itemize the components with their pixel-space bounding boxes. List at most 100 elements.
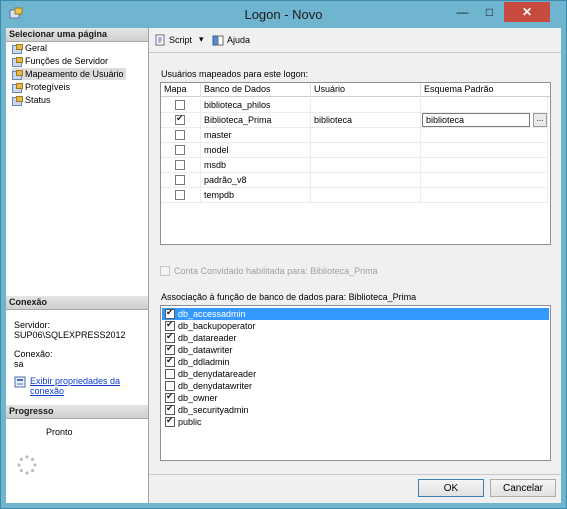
role-checkbox[interactable]: [165, 381, 175, 391]
progress-spinner-icon: [17, 455, 37, 475]
close-icon[interactable]: ✕: [504, 2, 550, 22]
schema-browse-button[interactable]: ...: [533, 113, 547, 127]
schema-cell[interactable]: [421, 143, 548, 158]
map-checkbox[interactable]: [175, 145, 185, 155]
role-checkbox[interactable]: [165, 355, 175, 367]
user-cell[interactable]: [311, 143, 421, 158]
map-checkbox[interactable]: [175, 190, 185, 200]
table-row[interactable]: Biblioteca_Prima biblioteca biblioteca .…: [161, 113, 550, 128]
help-icon: [212, 35, 224, 46]
role-checkbox[interactable]: [165, 319, 175, 331]
schema-cell[interactable]: [421, 98, 548, 113]
pages-section-header: Selecionar uma página: [6, 28, 148, 42]
nav-item-geral[interactable]: Geral: [12, 42, 49, 54]
database-cell: padrão_v8: [201, 173, 311, 188]
cancel-button[interactable]: Cancelar: [490, 479, 556, 497]
schema-cell[interactable]: [421, 158, 548, 173]
role-checkbox[interactable]: [165, 307, 175, 319]
schema-input[interactable]: biblioteca: [422, 113, 530, 127]
table-row[interactable]: msdb: [161, 158, 550, 173]
schema-cell[interactable]: [421, 188, 548, 203]
page-icon: [12, 69, 23, 80]
role-name: db_ddladmin: [178, 357, 230, 367]
role-name: db_denydatawriter: [178, 381, 253, 391]
table-row[interactable]: padrão_v8: [161, 173, 550, 188]
help-button[interactable]: Ajuda: [212, 34, 250, 46]
role-name: db_owner: [178, 393, 218, 403]
column-header-usuario: Usuário: [311, 83, 421, 97]
role-name: db_datawriter: [178, 345, 233, 355]
table-row[interactable]: model: [161, 143, 550, 158]
map-checkbox[interactable]: [175, 113, 185, 125]
list-item[interactable]: db_owner: [162, 391, 549, 404]
guest-account-label: Conta Convidado habilitada para: Bibliot…: [174, 266, 378, 276]
role-checkbox[interactable]: [165, 343, 175, 355]
schema-cell[interactable]: [421, 173, 548, 188]
left-pane: Selecionar uma página Geral Funções de S…: [6, 28, 149, 503]
map-checkbox[interactable]: [175, 100, 185, 110]
role-checkbox[interactable]: [165, 403, 175, 415]
role-checkbox[interactable]: [165, 415, 175, 427]
user-cell[interactable]: [311, 128, 421, 143]
column-header-banco: Banco de Dados: [201, 83, 311, 97]
ok-button[interactable]: OK: [418, 479, 484, 497]
table-row[interactable]: tempdb: [161, 188, 550, 203]
user-cell[interactable]: [311, 98, 421, 113]
script-dropdown-button[interactable]: ▾: [199, 34, 204, 45]
minimize-icon[interactable]: —: [449, 2, 476, 22]
user-cell[interactable]: [311, 173, 421, 188]
view-connection-properties-link[interactable]: Exibir propriedades da: [30, 376, 120, 386]
script-icon: [155, 34, 165, 46]
database-cell: tempdb: [201, 188, 311, 203]
connection-label: Conexão:: [14, 349, 53, 359]
guest-account-checkbox: [160, 266, 170, 276]
help-label: Ajuda: [227, 35, 251, 45]
database-cell: master: [201, 128, 311, 143]
role-name: db_backupoperator: [178, 321, 256, 331]
user-mapping-grid: Mapa Banco de Dados Usuário Esquema Padr…: [160, 82, 551, 245]
database-cell: model: [201, 143, 311, 158]
title-bar[interactable]: Logon - Novo — □ ✕: [1, 1, 566, 28]
login-dialog-window: Logon - Novo — □ ✕ Selecionar uma página…: [0, 0, 567, 509]
database-cell: biblioteca_philos: [201, 98, 311, 113]
list-item[interactable]: db_backupoperator: [162, 319, 549, 332]
table-row[interactable]: master: [161, 128, 550, 143]
list-item[interactable]: public: [162, 415, 549, 428]
properties-icon: [14, 376, 26, 388]
role-name: db_denydatareader: [178, 369, 257, 379]
schema-cell[interactable]: [421, 128, 548, 143]
list-item[interactable]: db_datawriter: [162, 343, 549, 356]
user-cell[interactable]: biblioteca: [311, 113, 421, 128]
script-button[interactable]: Script: [154, 34, 192, 46]
list-item[interactable]: db_securityadmin: [162, 403, 549, 416]
user-cell[interactable]: [311, 188, 421, 203]
view-connection-properties-link-line2[interactable]: conexão: [30, 386, 64, 396]
nav-item-label: Geral: [25, 43, 48, 53]
list-item[interactable]: db_accessadmin: [162, 307, 549, 320]
list-item[interactable]: db_datareader: [162, 331, 549, 344]
nav-item-protegiveis[interactable]: Protegíveis: [12, 81, 72, 93]
column-header-esquema: Esquema Padrão: [424, 84, 494, 94]
nav-item-status[interactable]: Status: [12, 94, 53, 106]
maximize-icon[interactable]: □: [476, 2, 503, 22]
role-checkbox[interactable]: [165, 391, 175, 403]
role-checkbox[interactable]: [165, 331, 175, 343]
list-item[interactable]: db_denydatareader: [162, 368, 549, 380]
nav-item-funcoes-servidor[interactable]: Funções de Servidor: [12, 55, 110, 67]
mapping-caption: Usuários mapeados para este logon:: [161, 69, 309, 79]
script-label: Script: [169, 35, 193, 45]
server-label: Servidor:: [14, 320, 51, 330]
user-cell[interactable]: [311, 158, 421, 173]
nav-item-label: Funções de Servidor: [25, 56, 109, 66]
progress-section-header: Progresso: [6, 405, 148, 419]
role-checkbox[interactable]: [165, 369, 175, 379]
page-icon: [12, 95, 23, 106]
table-row[interactable]: biblioteca_philos: [161, 98, 550, 113]
nav-item-mapeamento-usuario[interactable]: Mapeamento de Usuário: [12, 68, 126, 80]
list-item[interactable]: db_denydatawriter: [162, 380, 549, 392]
map-checkbox[interactable]: [175, 160, 185, 170]
map-checkbox[interactable]: [175, 130, 185, 140]
chevron-down-icon: ▾: [199, 34, 204, 44]
list-item[interactable]: db_ddladmin: [162, 355, 549, 368]
map-checkbox[interactable]: [175, 175, 185, 185]
